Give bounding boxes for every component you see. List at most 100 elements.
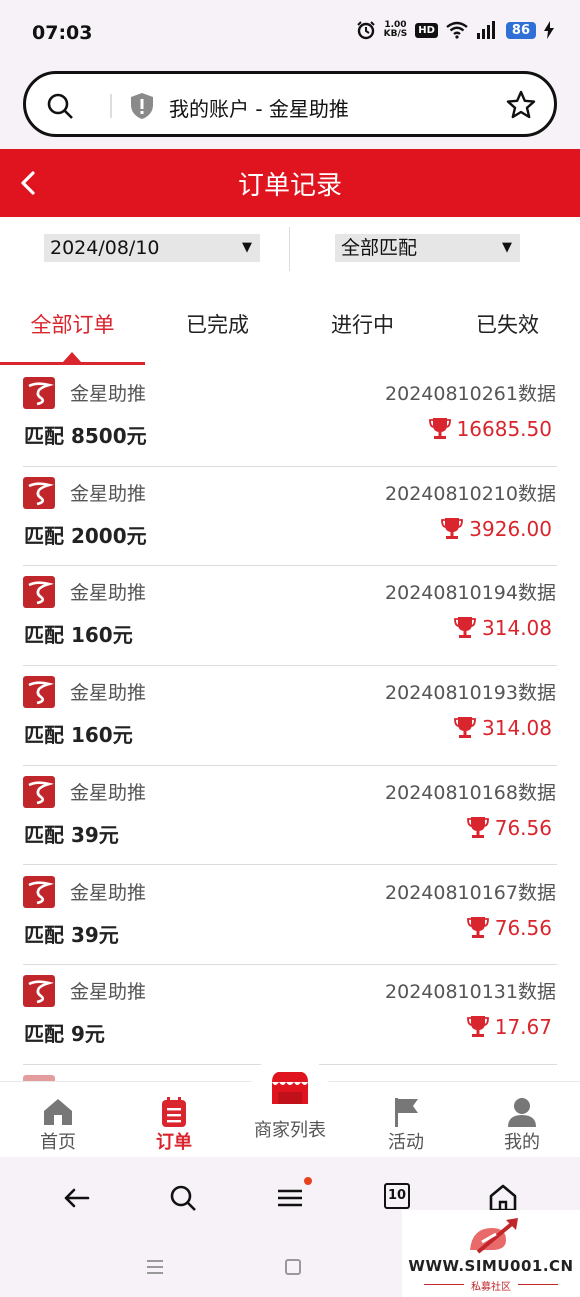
watermark-logo [470, 1218, 518, 1254]
nav-orders-label: 订单 [156, 1132, 192, 1153]
tab-in-progress[interactable]: 进行中 [290, 309, 435, 339]
status-icons: 1.00 KB/S HD 86 [356, 20, 554, 40]
nav-mine-label: 我的 [504, 1132, 540, 1153]
trophy-icon [441, 517, 464, 539]
search-icon[interactable] [166, 1181, 200, 1215]
page-title[interactable]: 我的账户 - 金星助推 [169, 93, 349, 122]
reward: 17.67 [466, 1015, 552, 1040]
match-amount: 匹配 39元 [24, 822, 119, 847]
merchant-name: 金星助推 [70, 781, 147, 804]
trophy-icon [454, 717, 476, 739]
order-number: 20240810210数据 [385, 482, 556, 505]
date-select[interactable]: 2024/08/10 ▼ [44, 234, 260, 262]
nav-merchants-label: 商家列表 [254, 1120, 326, 1141]
alarm-icon [356, 21, 375, 40]
trophy-icon [454, 617, 476, 639]
watermark-line [518, 1284, 558, 1285]
tab-all-orders[interactable]: 全部订单 [0, 309, 145, 339]
merchant-name: 金星助推 [70, 482, 147, 505]
order-row[interactable]: 金星助推 20240810194数据 匹配 160元 314.08 [0, 566, 580, 667]
merchant-name: 金星助推 [70, 682, 147, 705]
store-icon [272, 1072, 308, 1104]
match-select-value: 全部匹配 [341, 237, 418, 259]
user-icon [508, 1098, 536, 1127]
watermark: WWW.SIMU001.CN 私募社区 [402, 1210, 580, 1297]
nav-center-bump [250, 1052, 330, 1122]
order-row[interactable]: 金星助推 20240810210数据 匹配 2000元 3926.00 [0, 467, 580, 567]
reward-value: 76.56 [494, 815, 552, 840]
hd-badge: HD [415, 22, 438, 38]
reward-value: 76.56 [494, 915, 552, 940]
order-number: 20240810168数据 [385, 781, 556, 804]
merchant-logo-icon [23, 975, 55, 1008]
tab-count-button[interactable]: 10 [384, 1183, 410, 1209]
order-list: 金星助推 20240810261数据 匹配 8500元 16685.50 金星助… [0, 367, 580, 1081]
merchant-logo-icon [23, 775, 55, 808]
merchant-logo-icon [23, 676, 55, 709]
reward-value: 314.08 [482, 716, 552, 741]
reward: 314.08 [454, 716, 552, 740]
order-list-icon [162, 1097, 186, 1127]
reward: 76.56 [466, 915, 552, 940]
reward: 314.08 [454, 616, 552, 640]
shield-icon[interactable] [129, 92, 155, 120]
home-icon [44, 1099, 72, 1125]
order-row[interactable]: 金星助推 20240810167数据 匹配 39元 76.56 [0, 866, 580, 966]
order-number: 20240810194数据 [385, 582, 556, 605]
reward-value: 314.08 [482, 616, 552, 641]
order-row[interactable]: 金星助推 20240810193数据 匹配 160元 314.08 [0, 666, 580, 766]
nav-activity[interactable]: 活动 [348, 1096, 464, 1154]
back-arrow-icon[interactable] [60, 1181, 94, 1215]
tab-completed[interactable]: 已完成 [145, 309, 290, 339]
order-number: 20240810261数据 [385, 383, 556, 405]
tab-expired[interactable]: 已失效 [435, 309, 580, 339]
battery-level: 86 [505, 21, 536, 39]
match-amount: 匹配 39元 [24, 922, 119, 947]
trophy-icon [466, 916, 489, 938]
watermark-url: WWW.SIMU001.CN [408, 1257, 574, 1275]
browser-address-bar[interactable]: 我的账户 - 金星助推 [23, 71, 557, 137]
nav-home-label: 首页 [40, 1132, 76, 1153]
nav-mine[interactable]: 我的 [464, 1096, 580, 1154]
network-speed: 1.00 KB/S [384, 21, 408, 39]
reward: 76.56 [466, 815, 552, 840]
merchant-name: 金星助推 [70, 981, 147, 1004]
match-amount: 匹配 8500元 [24, 424, 147, 448]
search-icon[interactable] [46, 92, 74, 120]
nav-orders[interactable]: 订单 [116, 1096, 232, 1154]
filter-bar: 2024/08/10 ▼ 全部匹配 ▼ [0, 217, 580, 281]
charging-icon [544, 21, 554, 39]
trophy-icon [428, 418, 451, 439]
dropdown-arrow-icon: ▼ [242, 240, 252, 255]
recents-icon[interactable] [146, 1259, 164, 1275]
nav-merchants[interactable]: 商家列表 [232, 1052, 348, 1142]
order-row[interactable]: 金星助推 20240810261数据 匹配 8500元 16685.50 [0, 367, 580, 467]
reward-value: 17.67 [494, 1015, 552, 1040]
reward: 16685.50 [428, 417, 552, 441]
status-time: 07:03 [32, 22, 93, 44]
system-home-button[interactable] [285, 1259, 301, 1275]
merchant-logo-icon [23, 476, 55, 509]
active-tab-underline [0, 362, 145, 365]
order-row[interactable]: 金星助推 20240810131数据 匹配 9元 17.67 [0, 965, 580, 1065]
date-select-value: 2024/08/10 [50, 237, 160, 259]
merchant-name: 金星助推 [70, 383, 147, 405]
match-amount: 匹配 160元 [24, 723, 133, 748]
header-title: 订单记录 [237, 171, 342, 201]
order-row[interactable]: 金星助推 20240810168数据 匹配 39元 76.56 [0, 766, 580, 866]
menu-icon[interactable] [273, 1181, 307, 1215]
signal-icon [476, 21, 495, 39]
bottom-nav: 首页 订单 商家列表 活动 我的 [0, 1052, 580, 1157]
match-select[interactable]: 全部匹配 ▼ [335, 234, 520, 262]
nav-home[interactable]: 首页 [0, 1096, 116, 1154]
bookmark-star-icon[interactable] [506, 90, 536, 120]
merchant-name: 金星助推 [70, 881, 147, 904]
trophy-icon [466, 816, 489, 838]
order-number: 20240810167数据 [385, 881, 556, 904]
nav-activity-label: 活动 [388, 1132, 424, 1153]
status-bar: 07:03 1.00 KB/S HD 86 [0, 0, 580, 66]
reward-value: 16685.50 [456, 417, 552, 441]
flag-icon [395, 1098, 418, 1127]
active-tab-caret [63, 352, 81, 362]
order-number: 20240810131数据 [385, 981, 556, 1004]
